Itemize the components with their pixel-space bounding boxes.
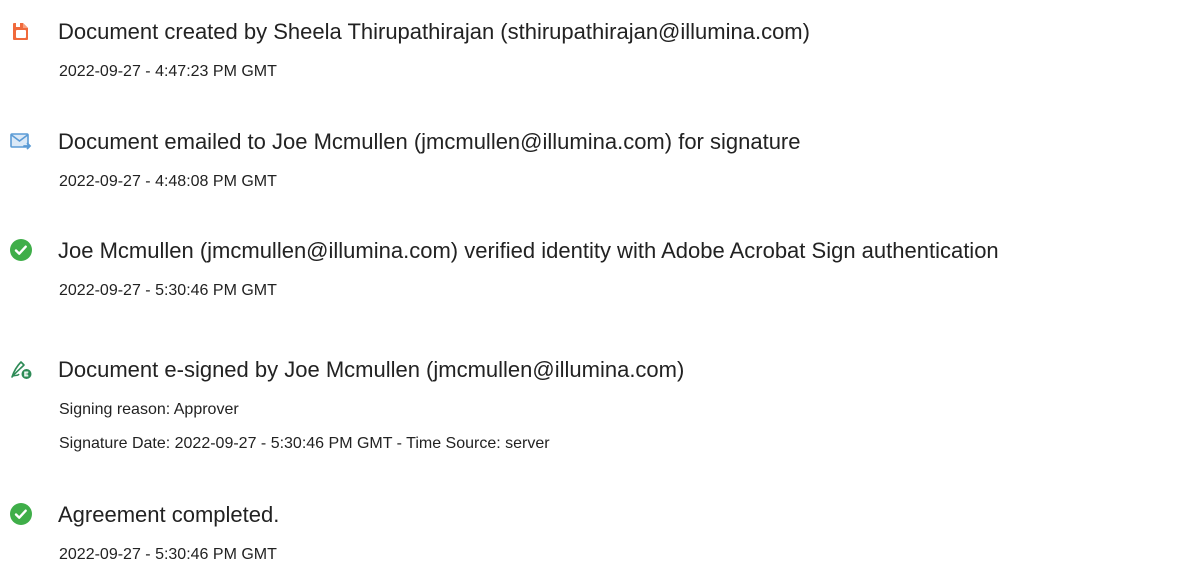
event-timestamp: 2022-09-27 - 5:30:46 PM GMT xyxy=(59,282,277,299)
signing-reason: Signing reason: Approver xyxy=(59,401,239,418)
event-title: Document created by Sheela Thirupathiraj… xyxy=(58,19,810,44)
event-timestamp: 2022-09-27 - 4:47:23 PM GMT xyxy=(59,63,277,80)
audit-trail-page: { "events": [ { "icon": "document-create… xyxy=(0,0,1204,569)
event-timestamp: 2022-09-27 - 5:30:46 PM GMT xyxy=(59,546,277,563)
event-title: Joe Mcmullen (jmcmullen@illumina.com) ve… xyxy=(58,238,999,263)
verified-check-icon xyxy=(9,238,33,262)
completed-check-icon xyxy=(9,502,33,526)
document-created-icon xyxy=(9,19,33,43)
signature-date: Signature Date: 2022-09-27 - 5:30:46 PM … xyxy=(59,435,550,452)
email-sent-icon xyxy=(9,129,33,153)
event-timestamp: 2022-09-27 - 4:48:08 PM GMT xyxy=(59,173,277,190)
event-title: Document e-signed by Joe Mcmullen (jmcmu… xyxy=(58,357,685,382)
e-signature-icon xyxy=(9,357,33,381)
event-title: Document emailed to Joe Mcmullen (jmcmul… xyxy=(58,129,801,154)
event-title: Agreement completed. xyxy=(58,502,280,527)
